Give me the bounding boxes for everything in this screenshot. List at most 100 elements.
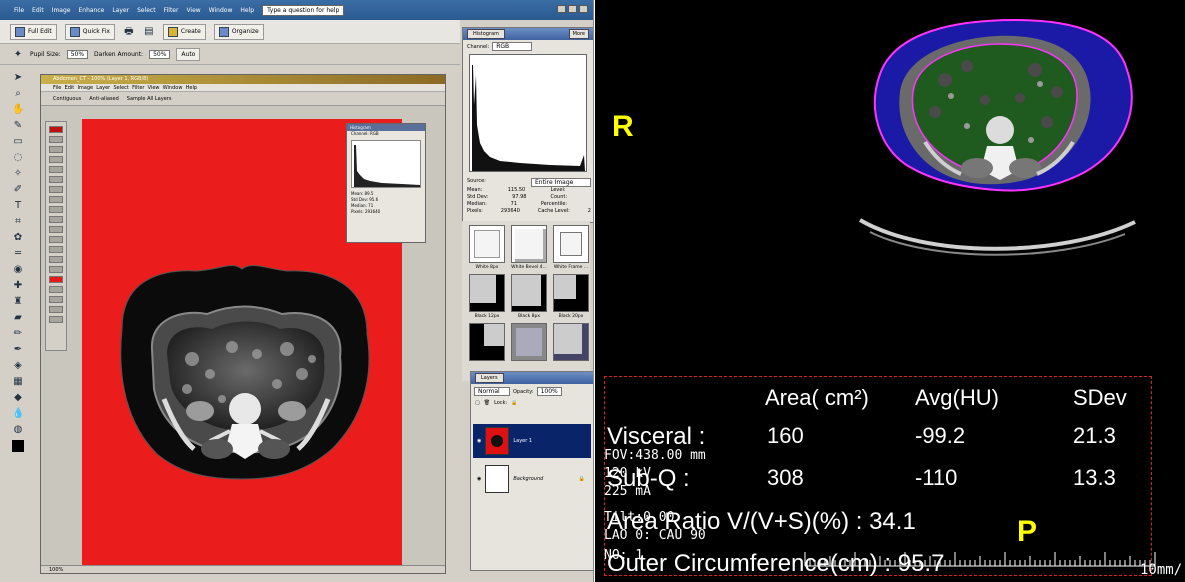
inner-tool[interactable] bbox=[49, 226, 63, 233]
inner-tool-color[interactable] bbox=[49, 126, 63, 133]
maximize-icon[interactable] bbox=[568, 5, 577, 13]
print-icon[interactable]: 🖶 bbox=[123, 26, 135, 38]
menu-select[interactable]: Select bbox=[137, 7, 156, 14]
type-tool-icon[interactable]: T bbox=[12, 200, 24, 212]
marquee-tool-icon[interactable]: ▭ bbox=[12, 136, 24, 148]
inner-tool[interactable] bbox=[49, 316, 63, 323]
lasso-tool-icon[interactable]: ◌ bbox=[12, 152, 24, 164]
doc-menu-image[interactable]: Image bbox=[77, 85, 93, 91]
foreground-color-swatch[interactable] bbox=[12, 440, 24, 452]
style-black-20px[interactable]: Black 20px bbox=[552, 274, 590, 319]
share-icon[interactable]: ▤ bbox=[143, 26, 155, 38]
red-eye-icon[interactable]: ◉ bbox=[12, 264, 24, 276]
style-white-bevel[interactable]: White Bevel 4... bbox=[510, 225, 548, 270]
straighten-tool-icon[interactable]: ═ bbox=[12, 248, 24, 260]
clone-stamp-icon[interactable]: ♜ bbox=[12, 296, 24, 308]
channel-select[interactable]: RGB bbox=[492, 42, 533, 51]
menu-layer[interactable]: Layer bbox=[112, 7, 129, 14]
doc-menu-window[interactable]: Window bbox=[163, 85, 183, 91]
source-select[interactable]: Entire Image bbox=[531, 178, 591, 187]
auto-button[interactable]: Auto bbox=[176, 48, 201, 61]
opacity-field[interactable]: 100% bbox=[536, 387, 562, 396]
style-black-8px[interactable]: Black 8px bbox=[510, 274, 548, 319]
inner-tool[interactable] bbox=[49, 156, 63, 163]
inner-tool[interactable] bbox=[49, 146, 63, 153]
inner-tool[interactable] bbox=[49, 286, 63, 293]
doc-menu-edit[interactable]: Edit bbox=[65, 85, 75, 91]
layer-row-background[interactable]: ◉ Background 🔒 bbox=[473, 462, 591, 496]
create-button[interactable]: Create bbox=[162, 23, 206, 40]
style-white-8px[interactable]: White 8px bbox=[468, 225, 506, 270]
menu-edit[interactable]: Edit bbox=[32, 7, 44, 14]
healing-brush-icon[interactable]: ✚ bbox=[12, 280, 24, 292]
move-tool-icon[interactable]: ➤ bbox=[12, 72, 24, 84]
inner-tool[interactable] bbox=[49, 266, 63, 273]
layer-row-layer-1[interactable]: ◉ Layer 1 bbox=[473, 424, 591, 458]
menu-help[interactable]: Help bbox=[240, 7, 254, 14]
inner-tool[interactable] bbox=[49, 296, 63, 303]
inner-tool[interactable] bbox=[49, 136, 63, 143]
floating-histogram[interactable]: Histogram Channel: RGB Mean: 89.5 Std De… bbox=[346, 123, 426, 243]
sponge-tool-icon[interactable]: ◍ bbox=[12, 424, 24, 436]
visibility-eye-icon[interactable]: ◉ bbox=[477, 476, 481, 482]
hand-tool-icon[interactable]: ✋ bbox=[12, 104, 24, 116]
new-layer-icon[interactable]: ▢ bbox=[475, 400, 480, 406]
inner-foreground-swatch[interactable] bbox=[49, 276, 63, 283]
inner-tool[interactable] bbox=[49, 256, 63, 263]
menu-image[interactable]: Image bbox=[52, 7, 71, 14]
cookie-cutter-icon[interactable]: ✿ bbox=[12, 232, 24, 244]
style-black-12px[interactable]: Black 12px bbox=[468, 274, 506, 319]
inner-tool[interactable] bbox=[49, 196, 63, 203]
pupil-size-field[interactable]: 50% bbox=[66, 50, 89, 59]
style-white-frame[interactable]: White Frame ... bbox=[552, 225, 590, 270]
anti-aliased-checkbox[interactable]: Anti-aliased bbox=[89, 96, 119, 102]
magic-wand-tool-icon[interactable]: ✧ bbox=[12, 168, 24, 180]
paint-bucket-icon[interactable]: ◈ bbox=[12, 360, 24, 372]
doc-menu-help[interactable]: Help bbox=[186, 85, 197, 91]
style-black-corner[interactable] bbox=[468, 323, 506, 361]
visibility-eye-icon[interactable]: ◉ bbox=[477, 438, 481, 444]
organize-button[interactable]: Organize bbox=[213, 23, 264, 40]
brush-tool-icon[interactable]: ✒ bbox=[12, 344, 24, 356]
inner-tool[interactable] bbox=[49, 306, 63, 313]
menu-file[interactable]: File bbox=[14, 7, 24, 14]
shape-tool-icon[interactable]: ◆ bbox=[12, 392, 24, 404]
full-edit-button[interactable]: Full Edit bbox=[10, 23, 57, 40]
menu-filter[interactable]: Filter bbox=[164, 7, 179, 14]
inner-tool[interactable] bbox=[49, 166, 63, 173]
pencil-tool-icon[interactable]: ✏ bbox=[12, 328, 24, 340]
help-search-input[interactable]: Type a question for help bbox=[262, 4, 345, 16]
minimize-icon[interactable] bbox=[557, 5, 566, 13]
trash-icon[interactable]: 🗑 bbox=[484, 400, 490, 406]
crop-tool-icon[interactable]: ⌗ bbox=[12, 216, 24, 228]
more-button[interactable]: More bbox=[568, 29, 589, 39]
contiguous-checkbox[interactable]: Contiguous bbox=[53, 96, 81, 102]
menu-view[interactable]: View bbox=[186, 7, 200, 14]
inner-tool[interactable] bbox=[49, 176, 63, 183]
lock-icon[interactable]: 🔒 bbox=[511, 400, 517, 406]
close-icon[interactable] bbox=[579, 5, 588, 13]
blur-tool-icon[interactable]: 💧 bbox=[12, 408, 24, 420]
doc-menu-view[interactable]: View bbox=[148, 85, 160, 91]
darken-amount-field[interactable]: 50% bbox=[149, 50, 171, 59]
doc-menu-select[interactable]: Select bbox=[113, 85, 128, 91]
inner-tool[interactable] bbox=[49, 236, 63, 243]
sample-all-layers-checkbox[interactable]: Sample All Layers bbox=[127, 96, 172, 102]
inner-tool[interactable] bbox=[49, 246, 63, 253]
eraser-tool-icon[interactable]: ▰ bbox=[12, 312, 24, 324]
gradient-tool-icon[interactable]: ▦ bbox=[12, 376, 24, 388]
style-blue[interactable] bbox=[552, 323, 590, 361]
inner-tool[interactable] bbox=[49, 186, 63, 193]
inner-tool[interactable] bbox=[49, 206, 63, 213]
zoom-tool-icon[interactable]: ⌕ bbox=[12, 88, 24, 100]
doc-menu-filter[interactable]: Filter bbox=[132, 85, 144, 91]
selection-brush-icon[interactable]: ✐ bbox=[12, 184, 24, 196]
quick-fix-button[interactable]: Quick Fix bbox=[64, 23, 115, 40]
tab-histogram[interactable]: Histogram bbox=[467, 29, 505, 39]
style-gray[interactable] bbox=[510, 323, 548, 361]
blend-mode-select[interactable]: Normal bbox=[474, 387, 510, 396]
doc-menu-layer[interactable]: Layer bbox=[96, 85, 110, 91]
menu-window[interactable]: Window bbox=[209, 7, 233, 14]
doc-menu-file[interactable]: File bbox=[53, 85, 61, 91]
inner-tool[interactable] bbox=[49, 216, 63, 223]
